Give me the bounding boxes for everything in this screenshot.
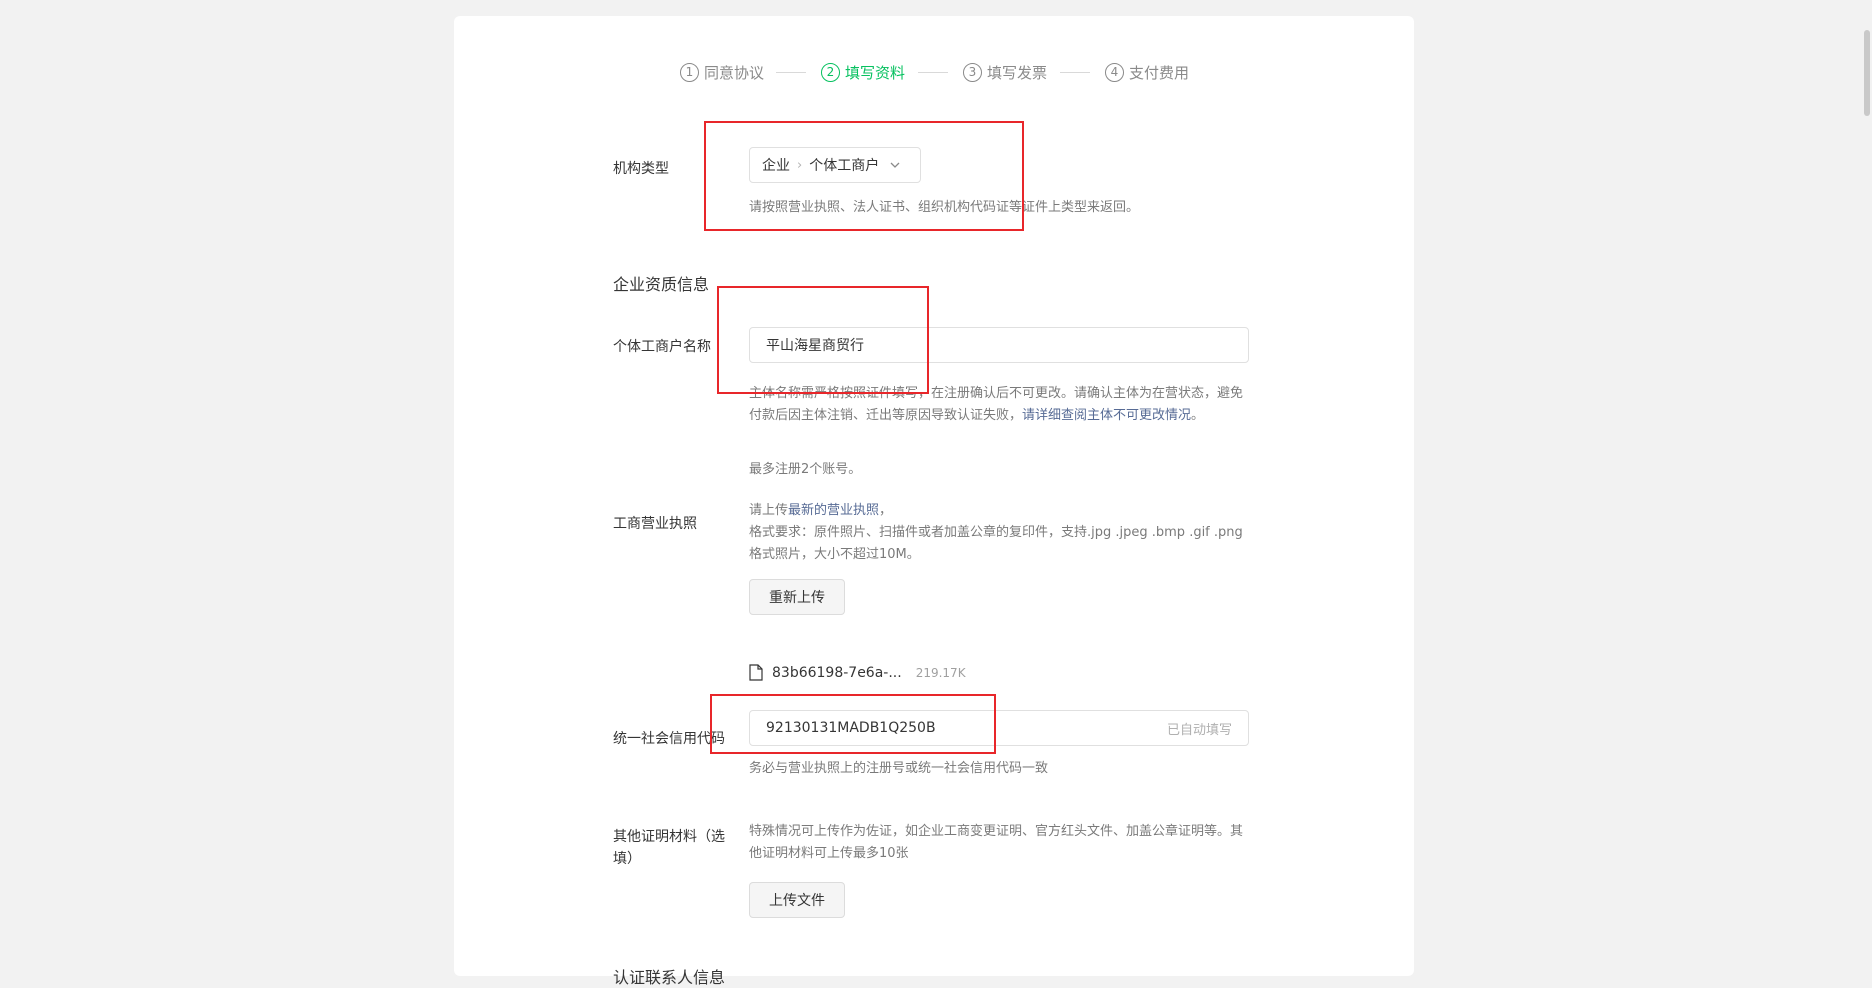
annotation-box xyxy=(717,286,929,394)
step-agree: 1 同意协议 xyxy=(680,54,764,90)
step-number: 4 xyxy=(1105,62,1124,82)
business-name-hint-link[interactable]: 请详细查阅主体不可更改情况 xyxy=(1022,408,1191,423)
step-divider xyxy=(776,72,806,73)
license-label: 工商营业执照 xyxy=(613,516,697,532)
file-name: 83b66198-7e6a-... xyxy=(772,664,902,681)
credit-code-label: 统一社会信用代码 xyxy=(613,731,725,747)
scrollbar[interactable] xyxy=(1864,30,1870,116)
uploaded-file[interactable]: 83b66198-7e6a-... 219.17K xyxy=(749,664,966,681)
file-icon xyxy=(749,664,763,681)
step-invoice: 3 填写发票 xyxy=(963,54,1047,90)
license-format-note: 格式要求：原件照片、扫描件或者加盖公章的复印件，支持.jpg .jpeg .bm… xyxy=(749,525,1243,562)
step-divider xyxy=(1060,72,1090,73)
annotation-box xyxy=(710,694,996,754)
business-name-hint-end: 。 xyxy=(1191,408,1205,423)
step-label: 填写资料 xyxy=(845,63,906,82)
step-divider xyxy=(918,72,948,73)
upload-file-button[interactable]: 上传文件 xyxy=(749,882,845,918)
step-fill-info: 2 填写资料 xyxy=(821,54,905,90)
qualification-section-title: 企业资质信息 xyxy=(613,275,710,294)
org-type-label: 机构类型 xyxy=(613,161,669,177)
reupload-button[interactable]: 重新上传 xyxy=(749,579,845,615)
step-number: 2 xyxy=(821,62,840,82)
other-docs-hint: 特殊情况可上传作为佐证，如企业工商变更证明、官方红头文件、加盖公章证明等。其他证… xyxy=(749,824,1244,861)
contact-section-title: 认证联系人信息 xyxy=(613,968,726,987)
auto-filled-tag: 已自动填写 xyxy=(1166,722,1232,738)
step-number: 1 xyxy=(680,62,699,82)
license-hint-end: ， xyxy=(879,503,893,518)
other-docs-label: 其他证明材料（选填） xyxy=(613,829,725,867)
step-label: 填写发票 xyxy=(987,63,1048,82)
annotation-box xyxy=(704,121,1024,231)
step-indicator: 1 同意协议 2 填写资料 3 填写发票 4 支付费用 xyxy=(454,54,1414,90)
license-hint-text: 请上传 xyxy=(749,503,789,518)
step-label: 支付费用 xyxy=(1129,63,1190,82)
license-hint: 请上传最新的营业执照， 格式要求：原件照片、扫描件或者加盖公章的复印件，支持.j… xyxy=(749,500,1249,566)
account-limit-note: 最多注册2个账号。 xyxy=(749,462,862,477)
step-payment: 4 支付费用 xyxy=(1105,54,1189,90)
business-name-label: 个体工商户名称 xyxy=(613,339,711,355)
step-number: 3 xyxy=(963,62,982,82)
credit-code-hint: 务必与营业执照上的注册号或统一社会信用代码一致 xyxy=(749,761,1049,776)
step-label: 同意协议 xyxy=(704,63,765,82)
file-size: 219.17K xyxy=(915,665,966,680)
license-hint-link[interactable]: 最新的营业执照 xyxy=(788,503,879,518)
